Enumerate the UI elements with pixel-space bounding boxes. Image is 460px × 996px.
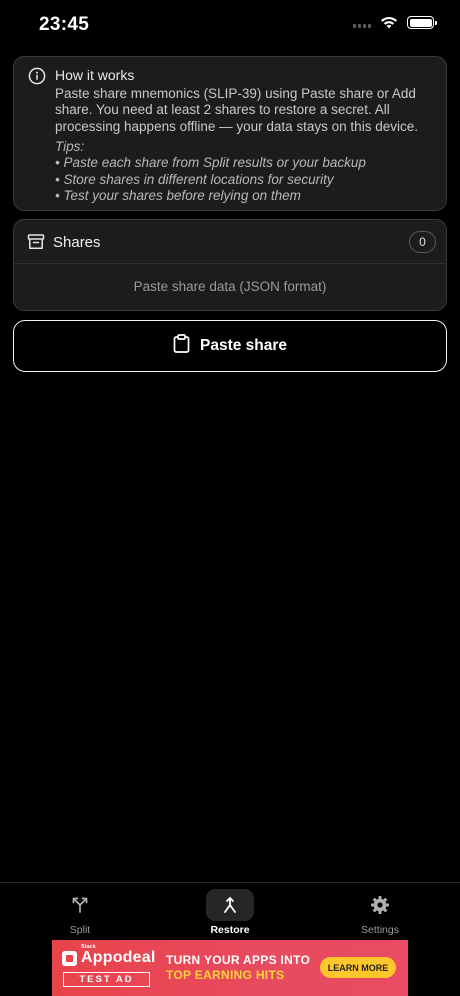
tips-heading: Tips:	[55, 139, 85, 154]
info-circle-icon	[28, 67, 46, 90]
tab-settings[interactable]: Settings	[340, 889, 420, 939]
gear-icon	[356, 889, 404, 921]
tab-bar: Split Restore Settings	[0, 882, 460, 940]
status-time: 23:45	[39, 14, 90, 35]
info-title: How it works	[55, 67, 135, 83]
battery-level	[409, 18, 432, 27]
ad-headline-2: TOP EARNING HITS	[166, 968, 285, 982]
ad-test-badge: TEST AD	[63, 972, 150, 987]
ad-banner[interactable]: Stack Appodeal TEST AD TURN YOUR APPS IN…	[52, 940, 408, 996]
ad-learn-more-button[interactable]: LEARN MORE	[320, 957, 396, 978]
tab-split[interactable]: Split	[40, 889, 120, 939]
shares-card: Shares 0 Paste share data (JSON format)	[13, 219, 447, 311]
ad-brand: Appodeal	[81, 949, 156, 966]
battery-icon	[407, 16, 437, 29]
tab-split-label: Split	[69, 924, 91, 936]
archive-box-icon	[27, 233, 45, 256]
tab-settings-label: Settings	[361, 924, 399, 936]
tab-restore-label: Restore	[210, 924, 250, 936]
shares-header: Shares 0	[14, 220, 446, 264]
status-bar: 23:45	[0, 0, 460, 52]
tip-item: • Paste each share from Split results or…	[55, 155, 366, 171]
info-body: Paste share mnemonics (SLIP-39) using Pa…	[55, 86, 418, 134]
tip-item: • Store shares in different locations fo…	[55, 171, 334, 187]
shares-count-badge: 0	[409, 231, 436, 253]
wifi-icon	[380, 16, 398, 29]
shares-title: Shares	[53, 234, 101, 251]
cellular-signal-icon	[353, 18, 371, 28]
tips-list: Tips: • Paste each share from Split resu…	[55, 139, 440, 204]
appodeal-logo-icon	[62, 951, 77, 966]
status-icons	[353, 16, 437, 29]
paste-share-button[interactable]: Paste share	[13, 320, 447, 372]
shares-empty-text: Paste share data (JSON format)	[133, 279, 327, 294]
tip-item: • Test your shares before relying on the…	[55, 187, 301, 203]
ad-headline-1: TURN YOUR APPS INTO	[166, 953, 311, 967]
tab-restore[interactable]: Restore	[190, 889, 270, 939]
how-it-works-card: How it works Paste share mnemonics (SLIP…	[13, 56, 447, 211]
split-arrows-icon	[56, 889, 104, 921]
merge-arrow-icon	[206, 889, 254, 921]
clipboard-icon	[173, 334, 190, 358]
paste-share-label: Paste share	[199, 337, 288, 354]
